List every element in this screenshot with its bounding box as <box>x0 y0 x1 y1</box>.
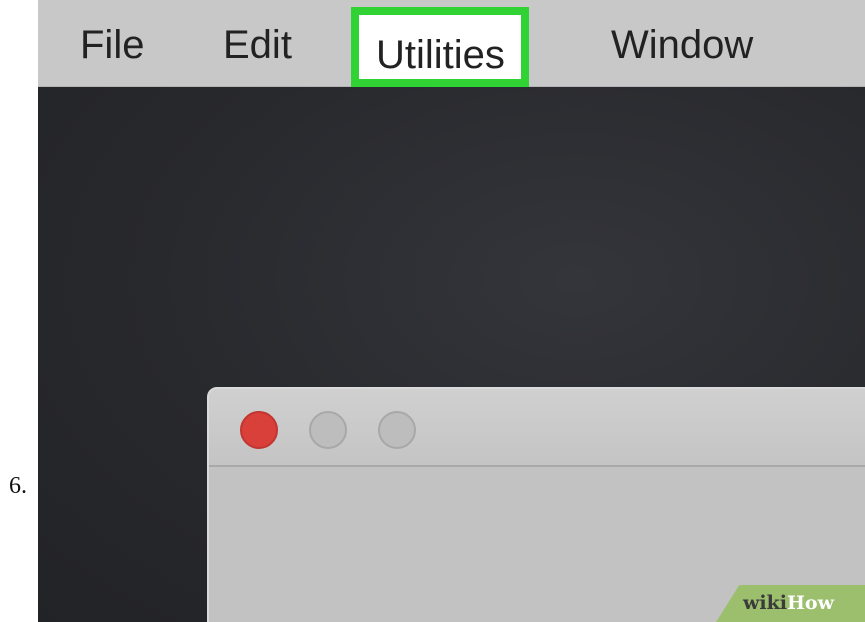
screenshot-illustration: File Edit Utilities Window wikiHow <box>38 0 865 622</box>
zoom-button[interactable] <box>378 411 416 449</box>
watermark-logo: wikiHow <box>743 592 834 614</box>
menu-file[interactable]: File <box>80 0 144 86</box>
watermark-wiki: wiki <box>743 592 787 614</box>
menu-utilities[interactable]: Utilities <box>351 7 529 87</box>
minimize-button[interactable] <box>309 411 347 449</box>
step-number: 6. <box>9 473 27 499</box>
menu-edit[interactable]: Edit <box>223 0 292 86</box>
menu-window[interactable]: Window <box>611 0 753 86</box>
menu-bar: File Edit Utilities Window <box>38 0 865 87</box>
window-titlebar[interactable] <box>209 389 865 467</box>
watermark-how: How <box>786 592 834 614</box>
close-button[interactable] <box>240 411 278 449</box>
